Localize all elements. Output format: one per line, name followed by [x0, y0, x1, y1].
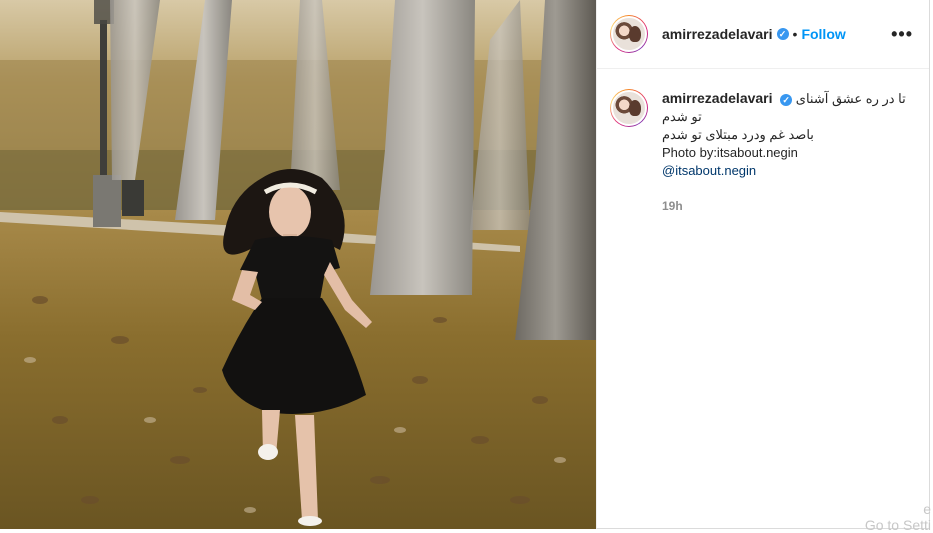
caption-body: amirrezadelavari ✓ تا در ره عشق آشنای تو…: [662, 89, 912, 215]
caption-username[interactable]: amirrezadelavari: [662, 90, 773, 106]
more-options-icon[interactable]: •••: [891, 25, 913, 43]
caption-comment: amirrezadelavari ✓ تا در ره عشق آشنای تو…: [597, 69, 929, 215]
profile-avatar[interactable]: [610, 15, 648, 53]
watermark-line-1: e: [923, 501, 931, 517]
post-photo[interactable]: [0, 0, 596, 529]
caption-line-3: باصد غم ودرد مبتلای تو شدم: [662, 127, 814, 142]
caption-mention-link[interactable]: @itsabout.negin: [662, 162, 912, 180]
photo-scene: [0, 0, 596, 529]
caption-line-2: تو شدم: [662, 109, 702, 124]
caption-photo-credit: Photo by:itsabout.negin: [662, 145, 798, 160]
verified-badge-icon: ✓: [776, 28, 789, 40]
post-username[interactable]: amirrezadelavari: [662, 26, 773, 42]
caption-avatar-image: [611, 90, 647, 126]
caption-avatar[interactable]: [610, 89, 648, 127]
caption-line-1: تا در ره عشق آشنای: [795, 91, 906, 106]
follow-button[interactable]: Follow: [801, 26, 845, 42]
caption-verified-badge-icon: ✓: [780, 94, 793, 106]
post-side-panel: amirrezadelavari ✓ • Follow ••• amirreza…: [596, 0, 930, 529]
separator-dot: •: [792, 26, 798, 42]
watermark-line-2: Go to Setti: [864, 517, 931, 533]
avatar-image: [611, 16, 647, 52]
post-header: amirrezadelavari ✓ • Follow •••: [597, 0, 929, 69]
activation-watermark: e Go to Setti: [865, 501, 931, 533]
post-timestamp[interactable]: 19h: [662, 197, 912, 215]
